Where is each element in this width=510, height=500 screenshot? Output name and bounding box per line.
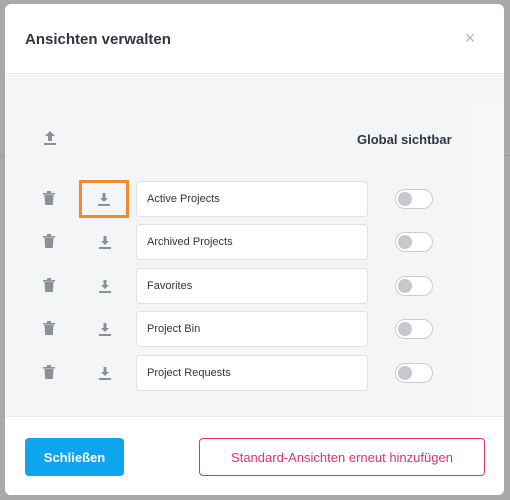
view-row <box>5 268 471 304</box>
toggle-knob <box>398 235 412 249</box>
close-button[interactable]: Schließen <box>25 438 124 476</box>
download-icon <box>99 366 111 380</box>
modal-footer: Schließen Standard-Ansichten erneut hinz… <box>5 416 504 495</box>
upload-icon[interactable] <box>43 130 57 146</box>
modal-title: Ansichten verwalten <box>25 31 171 48</box>
download-icon <box>98 192 110 206</box>
download-button[interactable] <box>79 180 129 218</box>
toggle-knob <box>398 366 412 380</box>
trash-icon[interactable] <box>43 234 55 248</box>
view-name-input[interactable] <box>136 311 368 347</box>
trash-icon[interactable] <box>43 365 55 379</box>
view-name-input[interactable] <box>136 224 368 260</box>
view-name-input[interactable] <box>136 181 368 217</box>
global-visible-toggle[interactable] <box>395 276 433 296</box>
global-visible-toggle[interactable] <box>395 319 433 339</box>
restore-default-views-button[interactable]: Standard-Ansichten erneut hinzufügen <box>199 438 485 476</box>
trash-icon[interactable] <box>43 191 55 205</box>
view-row <box>5 180 471 218</box>
global-visible-toggle[interactable] <box>395 363 433 383</box>
toggle-knob <box>398 279 412 293</box>
modal-body: Global sichtbar <box>5 75 504 416</box>
global-visible-toggle[interactable] <box>395 232 433 252</box>
trash-icon[interactable] <box>43 321 55 335</box>
toggle-knob <box>398 322 412 336</box>
download-button[interactable] <box>80 311 130 347</box>
view-row <box>5 355 471 391</box>
view-name-input[interactable] <box>136 268 368 304</box>
download-button[interactable] <box>80 355 130 391</box>
view-name-input[interactable] <box>136 355 368 391</box>
download-icon <box>99 235 111 249</box>
download-icon <box>99 322 111 336</box>
view-row <box>5 311 471 347</box>
close-icon[interactable]: × <box>462 29 478 47</box>
toggle-knob <box>398 192 412 206</box>
modal-header: Ansichten verwalten × <box>5 4 504 74</box>
scrollbar-track[interactable] <box>471 105 504 416</box>
download-button[interactable] <box>80 268 130 304</box>
trash-icon[interactable] <box>43 278 55 292</box>
download-button[interactable] <box>80 224 130 260</box>
global-visible-toggle[interactable] <box>395 189 433 209</box>
manage-views-modal: Ansichten verwalten × Global sichtbar Ac… <box>5 4 504 495</box>
download-icon <box>99 279 111 293</box>
global-visible-header: Global sichtbar <box>357 132 452 147</box>
view-row <box>5 224 471 260</box>
